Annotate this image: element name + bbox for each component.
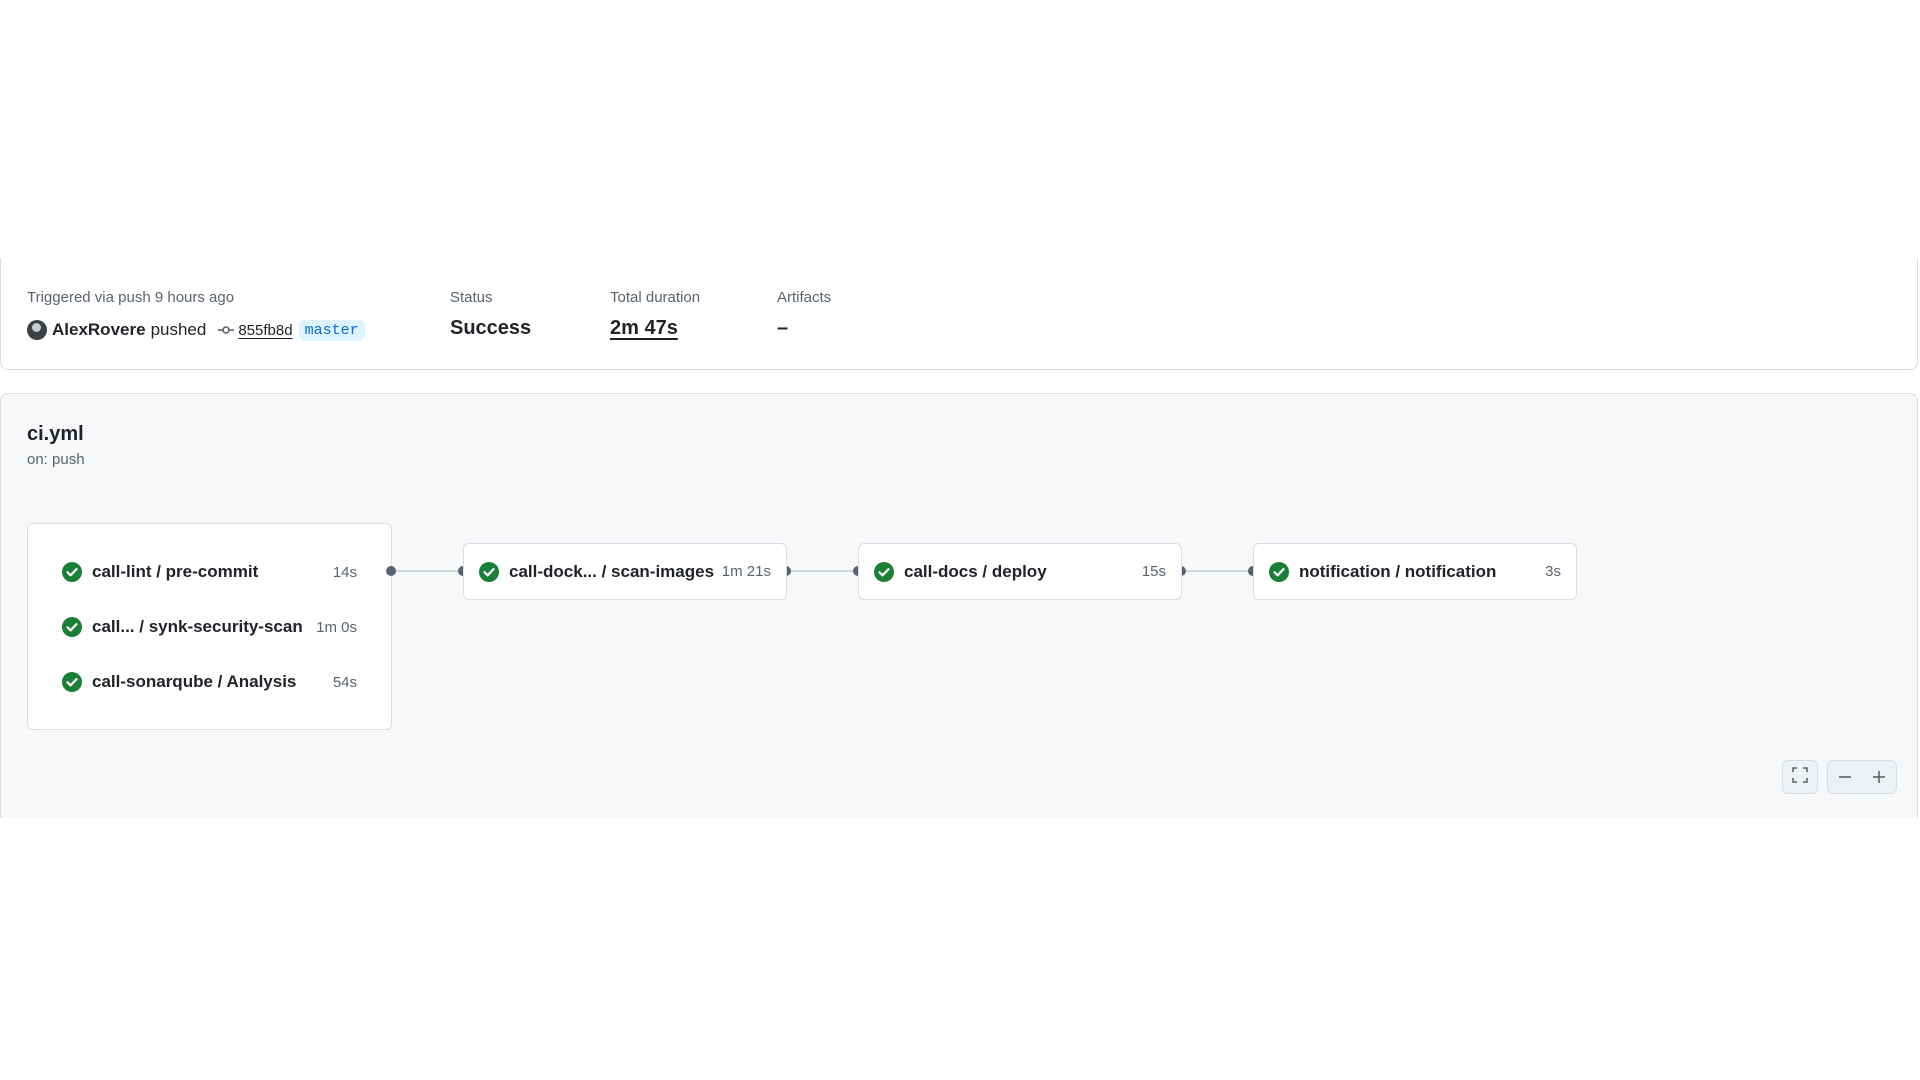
artifacts-column: Artifacts – (777, 289, 831, 340)
check-circle-fill-icon (479, 561, 499, 582)
connector-line (392, 570, 463, 572)
check-circle-fill-icon (62, 672, 82, 692)
job-duration: 3s (1545, 563, 1561, 580)
branch-badge[interactable]: master (298, 319, 365, 341)
git-commit-icon (218, 322, 235, 338)
check-circle-fill-icon (1269, 561, 1289, 582)
action-text: pushed (150, 320, 207, 339)
job-row[interactable]: call-lint / pre-commit 14s (62, 559, 357, 585)
workflow-name: ci.yml (27, 423, 84, 445)
connector-line (1182, 570, 1253, 572)
screen-full-icon (1791, 766, 1809, 789)
duration-label: Total duration (610, 289, 701, 306)
trigger-details: AlexRovere pushed 855fb8d master (27, 317, 365, 343)
status-column: Status Success (450, 289, 531, 340)
actor-link[interactable]: AlexRovere (52, 320, 146, 340)
job-duration: 15s (1141, 563, 1166, 580)
run-summary: Triggered via push 9 hours ago AlexRover… (0, 258, 1918, 370)
zoom-out-button[interactable] (1828, 761, 1862, 793)
trigger-column: Triggered via push 9 hours ago AlexRover… (27, 289, 365, 343)
commit-sha-link[interactable]: 855fb8d (238, 322, 292, 339)
job-name: call-docs / deploy (904, 561, 1047, 581)
artifacts-value: – (777, 317, 789, 339)
trigger-label: Triggered via push 9 hours ago (27, 289, 235, 306)
job-card[interactable]: notification / notification 3s (1253, 543, 1577, 600)
check-circle-fill-icon (62, 617, 82, 637)
status-value: Success (450, 317, 532, 339)
job-group: call-lint / pre-commit 14s call... / syn… (27, 523, 392, 730)
job-name: call-lint / pre-commit (92, 562, 259, 581)
plus-icon (1873, 771, 1885, 783)
check-circle-fill-icon (874, 561, 894, 582)
job-duration: 1m 21s (721, 563, 771, 580)
job-name: notification / notification (1299, 561, 1497, 581)
duration-column: Total duration 2m 47s (610, 289, 700, 340)
job-duration: 54s (332, 673, 357, 691)
job-row[interactable]: call-sonarqube / Analysis 54s (62, 669, 357, 695)
check-circle-fill-icon (62, 562, 82, 582)
connector-line (787, 570, 858, 572)
connector-dot (386, 566, 396, 576)
job-card[interactable]: call-docs / deploy 15s (858, 543, 1182, 600)
artifacts-label: Artifacts (777, 289, 832, 306)
status-label: Status (450, 289, 493, 306)
zoom-controls (1827, 760, 1897, 794)
job-card[interactable]: call-dock... / scan-images 1m 21s (463, 543, 787, 600)
job-name: call... / synk-security-scan (92, 617, 303, 636)
job-duration: 1m 0s (316, 618, 357, 636)
workflow-trigger: on: push (27, 451, 85, 468)
workflow-graph: ci.yml on: push call-lint / pre-commit 1… (0, 393, 1918, 818)
job-name: call-dock... / scan-images (509, 561, 715, 581)
job-name: call-sonarqube / Analysis (92, 672, 297, 691)
dash-icon (1839, 776, 1851, 778)
fullscreen-button[interactable] (1782, 760, 1818, 794)
job-row[interactable]: call... / synk-security-scan 1m 0s (62, 614, 357, 640)
zoom-in-button[interactable] (1862, 761, 1896, 793)
avatar[interactable] (27, 320, 47, 340)
duration-link[interactable]: 2m 47s (610, 317, 700, 340)
job-duration: 14s (332, 563, 357, 581)
